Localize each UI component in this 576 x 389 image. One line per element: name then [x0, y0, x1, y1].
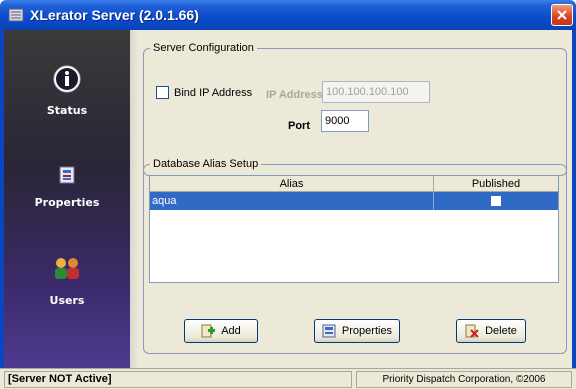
port-field[interactable]: 9000 — [321, 110, 369, 132]
add-icon — [201, 324, 216, 338]
main-panel: Server Configuration Bind IP Address IP … — [138, 30, 572, 368]
alias-table: Alias Published aqua — [149, 175, 559, 283]
add-button-label: Add — [221, 325, 241, 337]
properties-icon — [322, 324, 336, 338]
add-button[interactable]: Add — [184, 319, 258, 343]
table-row[interactable]: aqua — [150, 192, 558, 210]
sidebar-item-status[interactable]: Status — [4, 64, 130, 117]
sidebar-item-users[interactable]: Users — [4, 256, 130, 307]
sidebar-item-label: Users — [49, 294, 85, 307]
window-frame-right — [572, 30, 576, 370]
bind-ip-row: Bind IP Address — [156, 86, 252, 99]
ip-address-field[interactable]: 100.100.100.100 — [322, 81, 430, 103]
ip-address-label: IP Address — [266, 89, 323, 101]
properties-button-label: Properties — [341, 325, 393, 337]
window-title: XLerator Server (2.0.1.66) — [30, 7, 199, 23]
alias-cell[interactable]: aqua — [150, 192, 434, 210]
delete-button[interactable]: Delete — [456, 319, 526, 343]
close-icon — [557, 10, 567, 20]
sidebar-item-properties[interactable]: Properties — [4, 166, 130, 209]
properties-button[interactable]: Properties — [314, 319, 400, 343]
title-bar: XLerator Server (2.0.1.66) — [0, 0, 576, 30]
bind-ip-checkbox[interactable] — [156, 86, 169, 99]
published-cell[interactable] — [434, 192, 558, 210]
sidebar-divider — [130, 30, 138, 368]
properties-icon — [59, 166, 75, 184]
published-checkbox[interactable] — [491, 196, 501, 206]
close-button[interactable] — [551, 4, 573, 26]
alias-table-header: Alias Published — [150, 176, 558, 192]
column-header-published[interactable]: Published — [434, 176, 558, 191]
server-configuration-legend: Server Configuration — [153, 42, 254, 54]
users-icon — [55, 258, 79, 279]
column-header-alias[interactable]: Alias — [150, 176, 434, 191]
port-label: Port — [288, 120, 310, 132]
bind-ip-label: Bind IP Address — [174, 86, 253, 99]
info-icon — [53, 65, 81, 93]
copyright-text: Priority Dispatch Corporation, ©2006 — [356, 370, 572, 388]
sidebar: Status Properties Users — [4, 30, 130, 368]
server-app-icon — [8, 8, 24, 22]
server-configuration-group: Server Configuration — [143, 42, 567, 176]
status-bar: [Server NOT Active] Priority Dispatch Co… — [0, 368, 576, 389]
delete-icon — [465, 324, 479, 338]
sidebar-item-label: Properties — [34, 196, 100, 209]
delete-button-label: Delete — [485, 325, 517, 337]
sidebar-item-label: Status — [46, 104, 88, 117]
server-status-text: [Server NOT Active] — [4, 370, 352, 388]
database-alias-legend: Database Alias Setup — [153, 158, 259, 170]
